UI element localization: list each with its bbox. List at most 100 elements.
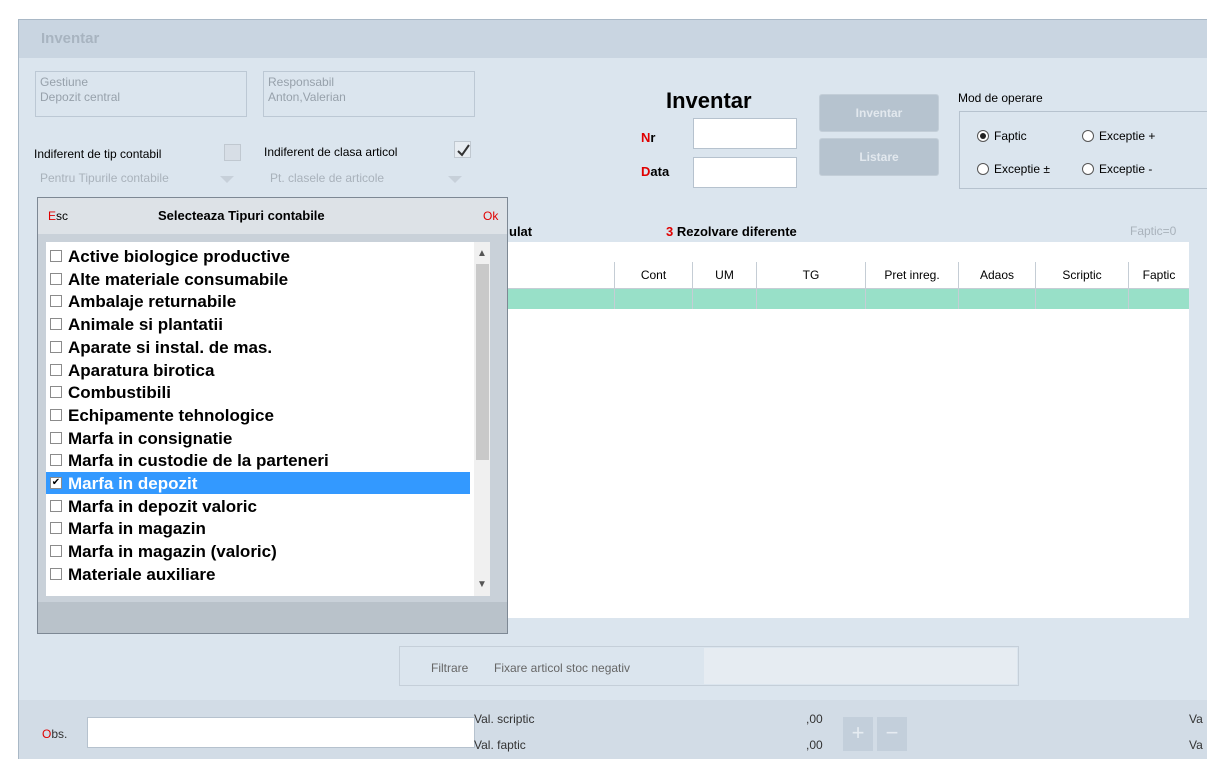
list-item[interactable]: Alte materiale consumabile: [46, 268, 470, 290]
grid-header: Cont UM TG Pret inreg. Adaos Scriptic Fa…: [490, 262, 1189, 289]
checkbox-icon[interactable]: [50, 454, 62, 467]
checkbox-icon[interactable]: [50, 386, 62, 399]
list-item[interactable]: Combustibili: [46, 381, 470, 403]
minus-icon[interactable]: −: [877, 717, 907, 751]
col-pret-inreg[interactable]: Pret inreg.: [865, 262, 958, 288]
inventory-grid[interactable]: Cont UM TG Pret inreg. Adaos Scriptic Fa…: [490, 242, 1189, 618]
checkbox-icon[interactable]: [50, 340, 62, 353]
filtrare-label[interactable]: Filtrare: [431, 661, 468, 675]
tip-contabil-checkbox[interactable]: [224, 144, 241, 161]
checkbox-icon[interactable]: [50, 431, 62, 444]
mode-radio-exceptie-plus[interactable]: [1082, 130, 1094, 142]
checkmark-icon: [457, 144, 470, 157]
table-cell[interactable]: [865, 289, 958, 309]
nr-input[interactable]: [693, 118, 797, 149]
tab-rezolvare[interactable]: 3 Rezolvare diferente: [666, 224, 797, 239]
gestiune-value: Depozit central: [40, 90, 121, 104]
checkbox-icon[interactable]: [50, 363, 62, 376]
checkbox-icon[interactable]: [50, 318, 62, 331]
list-item[interactable]: ✔ Marfa in depozit: [46, 472, 470, 494]
checkbox-checked-icon[interactable]: ✔: [50, 477, 62, 489]
list-item[interactable]: Marfa in depozit valoric: [46, 495, 470, 517]
checkbox-icon[interactable]: [50, 250, 62, 262]
ok-button[interactable]: Ok: [483, 209, 498, 223]
scroll-down-icon[interactable]: ▼: [477, 579, 487, 590]
chevron-down-icon[interactable]: [220, 176, 234, 183]
checkbox-icon[interactable]: [50, 545, 62, 558]
vertical-scrollbar[interactable]: ▲ ▼: [474, 242, 490, 596]
mode-label-exceptie-plusminus: Exceptie ±: [994, 162, 1050, 176]
tipuri-list[interactable]: Active biologice productive Alte material…: [46, 242, 490, 596]
table-cell[interactable]: [1035, 289, 1128, 309]
list-item[interactable]: Marfa in magazin: [46, 517, 470, 539]
popup-footer: [38, 602, 507, 633]
list-item-label: Marfa in magazin: [68, 519, 206, 539]
col-um[interactable]: UM: [692, 262, 756, 288]
table-cell[interactable]: [958, 289, 1035, 309]
list-item[interactable]: Marfa in consignatie: [46, 427, 470, 449]
clase-dropdown[interactable]: Pt. clasele de articole: [270, 171, 384, 185]
checkbox-icon[interactable]: [50, 567, 62, 580]
list-item-label: Marfa in consignatie: [68, 428, 233, 448]
col-cont[interactable]: Cont: [614, 262, 692, 288]
table-cell[interactable]: [1128, 289, 1189, 309]
mode-radio-exceptie-minus[interactable]: [1082, 163, 1094, 175]
tipuri-contabile-popup: Esc Selecteaza Tipuri contabile Ok Activ…: [37, 197, 508, 634]
list-item[interactable]: Marfa in magazin (valoric): [46, 540, 470, 562]
chevron-down-icon[interactable]: [448, 176, 462, 183]
fixare-label[interactable]: Fixare articol stoc negativ: [494, 661, 630, 675]
scroll-thumb[interactable]: [476, 264, 489, 460]
list-item-label: Combustibili: [68, 383, 171, 403]
mode-radio-faptic[interactable]: [977, 130, 989, 142]
table-row[interactable]: [490, 289, 1189, 309]
list-item[interactable]: Materiale auxiliare: [46, 563, 470, 585]
checkbox-icon[interactable]: [50, 272, 62, 285]
obs-input[interactable]: [87, 717, 475, 748]
list-item-label: Marfa in depozit: [68, 474, 198, 493]
fixare-field[interactable]: [704, 648, 1017, 684]
esc-button[interactable]: Esc: [48, 209, 68, 223]
list-item[interactable]: Aparatura birotica: [46, 359, 470, 381]
col-scriptic[interactable]: Scriptic: [1035, 262, 1128, 288]
list-item[interactable]: Echipamente tehnologice: [46, 404, 470, 426]
list-item[interactable]: Animale si plantatii: [46, 313, 470, 335]
title-bar: Inventar: [19, 20, 1207, 58]
table-cell[interactable]: [614, 289, 692, 309]
tip-contabil-label: Indiferent de tip contabil: [34, 147, 162, 161]
tab-rezultat-partial[interactable]: ulat: [509, 224, 532, 239]
plus-icon[interactable]: +: [843, 717, 873, 751]
gestiune-label: Gestiune: [40, 75, 89, 89]
checkbox-icon[interactable]: [50, 295, 62, 308]
listare-button[interactable]: Listare: [819, 138, 939, 176]
list-item[interactable]: Marfa in custodie de la parteneri: [46, 449, 470, 471]
checkbox-icon[interactable]: [50, 499, 62, 512]
list-item-label: Marfa in custodie de la parteneri: [68, 451, 329, 471]
tipuri-dropdown[interactable]: Pentru Tipurile contabile: [40, 171, 169, 185]
mode-radio-exceptie-plusminus[interactable]: [977, 163, 989, 175]
list-item[interactable]: Active biologice productive: [46, 245, 470, 267]
data-input[interactable]: [693, 157, 797, 188]
scroll-up-icon[interactable]: ▲: [477, 248, 487, 259]
clasa-articol-checkbox[interactable]: [454, 141, 471, 158]
data-label: Data: [641, 164, 669, 179]
val-faptic-value: ,00: [806, 738, 823, 752]
mode-label-exceptie-plus: Exceptie +: [1099, 129, 1156, 143]
document-title: Inventar: [666, 88, 752, 113]
col-tg[interactable]: TG: [756, 262, 865, 288]
list-item[interactable]: Aparate si instal. de mas.: [46, 336, 470, 358]
responsabil-label: Responsabil: [268, 75, 335, 89]
table-cell[interactable]: [756, 289, 865, 309]
clasa-articol-label: Indiferent de clasa articol: [264, 145, 398, 159]
checkbox-icon[interactable]: [50, 408, 62, 421]
tab-rezolvare-label: Rezolvare diferente: [676, 224, 797, 239]
table-cell[interactable]: [692, 289, 756, 309]
list-item-label: Ambalaje returnabile: [68, 292, 237, 312]
inventar-button[interactable]: Inventar: [819, 94, 939, 132]
col-faptic[interactable]: Faptic: [1128, 262, 1189, 288]
list-item-label: Marfa in depozit valoric: [68, 496, 257, 516]
checkbox-icon[interactable]: [50, 522, 62, 535]
window-title: Inventar: [41, 30, 100, 47]
col-adaos[interactable]: Adaos: [958, 262, 1035, 288]
faptic-filter[interactable]: Faptic=0: [1130, 224, 1176, 238]
list-item[interactable]: Ambalaje returnabile: [46, 290, 470, 312]
